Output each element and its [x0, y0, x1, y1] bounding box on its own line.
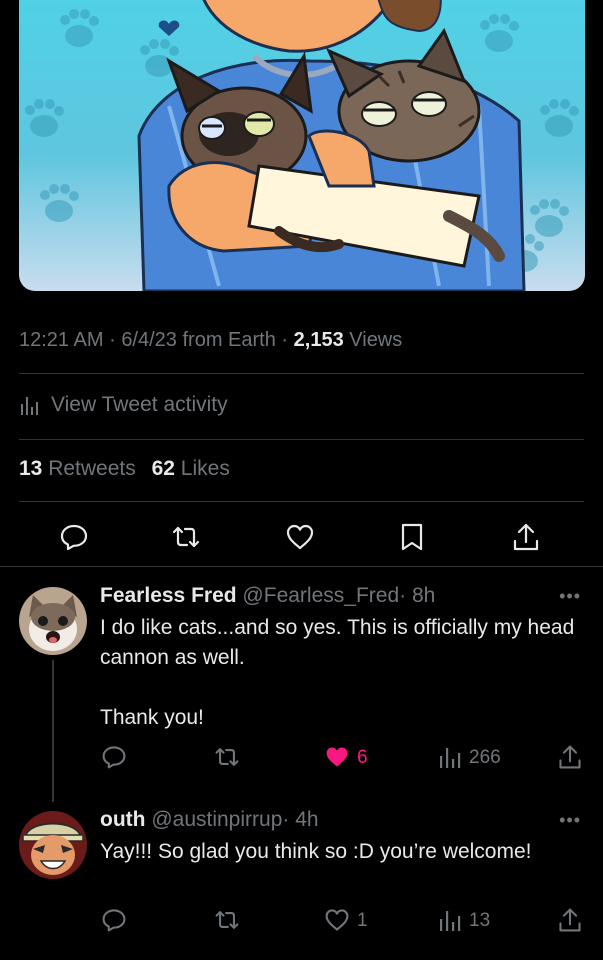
reply-icon[interactable]	[101, 907, 127, 933]
reply-view-count: 13	[469, 910, 491, 931]
reply-author-handle[interactable]: @austinpirrup	[151, 808, 282, 831]
reply-text: Yay!!! So glad you think so :D you’re we…	[100, 840, 532, 863]
tweet-date: 6/4/23	[121, 329, 177, 351]
views-count: 2,153	[293, 329, 344, 351]
divider	[0, 566, 603, 567]
retweets-count: 13	[19, 457, 43, 480]
heart-icon[interactable]	[285, 522, 315, 552]
share-icon[interactable]	[557, 907, 583, 933]
divider	[19, 501, 584, 502]
separator: ·	[281, 329, 289, 351]
bar-chart-icon	[21, 397, 38, 415]
tweet-time: 12:21 AM	[19, 329, 104, 351]
reply-author-name[interactable]: outh	[100, 808, 145, 831]
retweet-icon[interactable]	[171, 522, 201, 552]
engagement-stats: 13 Retweets 62 Likes	[19, 457, 230, 481]
tweet-action-bar	[0, 516, 603, 556]
cartoon-avatar-image	[19, 811, 87, 879]
avatar-austinpirrup[interactable]	[19, 811, 87, 879]
tweet-media-image[interactable]	[19, 0, 585, 291]
view-tweet-activity-link[interactable]: View Tweet activity	[19, 391, 228, 419]
divider	[19, 373, 584, 374]
cats-illustration	[25, 0, 579, 291]
more-options-icon[interactable]: •••	[559, 586, 581, 607]
reply-time: · 8h	[399, 584, 436, 607]
bar-chart-icon[interactable]	[437, 744, 463, 770]
cat-avatar-image	[19, 587, 87, 655]
retweet-icon[interactable]	[214, 744, 240, 770]
likes-label: Likes	[180, 457, 230, 480]
reply-action-bar: 6 266	[0, 744, 603, 774]
divider	[19, 439, 584, 440]
activity-label: View Tweet activity	[51, 393, 228, 416]
reply-header: outh @austinpirrup· 4h	[100, 808, 319, 832]
more-options-icon[interactable]: •••	[559, 810, 581, 831]
reply-action-bar: 1 13	[0, 907, 603, 937]
share-icon[interactable]	[557, 744, 583, 770]
reply-text: I do like cats...and so yes. This is off…	[100, 616, 575, 729]
thread-connector-line	[52, 660, 54, 802]
retweets-link[interactable]: 13 Retweets	[19, 457, 136, 480]
reply-time: · 4h	[282, 808, 319, 831]
tweet-meta: 12:21 AM · 6/4/23 from Earth · 2,153 Vie…	[19, 329, 402, 352]
bookmark-icon[interactable]	[397, 522, 427, 552]
reply-author-handle[interactable]: @Fearless_Fred	[242, 584, 399, 607]
bar-chart-icon[interactable]	[437, 907, 463, 933]
likes-link[interactable]: 62 Likes	[152, 457, 230, 480]
reply-author-name[interactable]: Fearless Fred	[100, 584, 237, 607]
retweet-icon[interactable]	[214, 907, 240, 933]
separator: ·	[109, 329, 116, 351]
reply-icon[interactable]	[59, 522, 89, 552]
heart-icon[interactable]	[324, 907, 350, 933]
likes-count: 62	[151, 457, 175, 480]
reply-header: Fearless Fred @Fearless_Fred· 8h	[100, 584, 435, 608]
reply-like-count: 6	[357, 747, 368, 768]
reply-view-count: 266	[469, 747, 501, 768]
share-icon[interactable]	[511, 522, 541, 552]
tweet-source: from Earth	[182, 329, 276, 351]
views-label: Views	[349, 329, 403, 351]
heart-filled-icon[interactable]	[324, 744, 350, 770]
reply-icon[interactable]	[101, 744, 127, 770]
retweets-label: Retweets	[48, 457, 136, 480]
reply-like-count: 1	[357, 910, 368, 931]
avatar-fearless-fred[interactable]	[19, 587, 87, 655]
